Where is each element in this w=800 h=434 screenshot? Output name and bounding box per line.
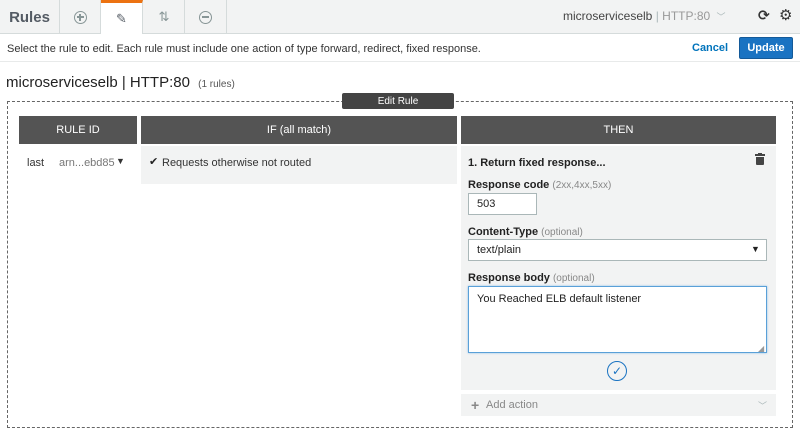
separator: | (655, 9, 659, 23)
confirm-action-icon[interactable]: ✓ (607, 361, 627, 381)
gear-icon[interactable]: ⚙ (779, 6, 792, 24)
content-type-label: Content-Type (optional) (468, 226, 583, 238)
column-header-rule-id: RULE ID (19, 116, 137, 144)
chevron-down-icon: ﹀ (716, 12, 726, 22)
refresh-icon[interactable]: ⟳ (758, 7, 770, 24)
rule-id-cell: last arn...ebd85 ▼ (19, 146, 137, 176)
content-type-select[interactable]: text/plain (468, 239, 767, 261)
resize-grip-icon[interactable]: ◢ (758, 344, 764, 353)
response-code-input[interactable]: 503 (468, 193, 537, 215)
update-button[interactable]: Update (739, 37, 793, 59)
content-type-hint: (optional) (541, 227, 583, 238)
tab-reorder-rules[interactable]: ⇅ (143, 0, 185, 34)
rule-arn[interactable]: arn...ebd85 (59, 157, 115, 169)
response-body-textarea[interactable]: You Reached ELB default listener (468, 286, 767, 353)
plus-icon: + (471, 397, 480, 413)
reorder-icon: ⇅ (158, 9, 170, 24)
remove-circle-icon (199, 10, 212, 24)
add-circle-icon (73, 10, 87, 24)
column-header-if: IF (all match) (141, 116, 457, 144)
chevron-down-icon: ﹀ (758, 401, 768, 411)
condition-cell: ✔ Requests otherwise not routed (141, 146, 457, 184)
info-message: Select the rule to edit. Each rule must … (7, 43, 481, 55)
listener-port: HTTP:80 (662, 9, 711, 23)
caret-down-icon[interactable]: ▼ (116, 156, 125, 166)
pencil-icon: ✎ (116, 11, 127, 26)
tab-delete-rules[interactable] (185, 0, 227, 34)
response-body-hint: (optional) (552, 273, 595, 284)
cancel-button[interactable]: Cancel (692, 42, 728, 54)
caret-down-icon[interactable]: ▼ (751, 244, 760, 254)
tab-rules[interactable]: Rules (0, 0, 60, 34)
tab-add-rule[interactable] (60, 0, 101, 34)
tab-edit-rules[interactable]: ✎ (101, 0, 143, 35)
response-code-label-text: Response code (468, 179, 550, 191)
response-body-label-text: Response body (468, 272, 550, 284)
condition-text: Requests otherwise not routed (162, 157, 312, 169)
action-title: 1. Return fixed response... (468, 157, 606, 169)
listener-title: microserviceselb | HTTP:80 (6, 74, 190, 91)
check-icon: ✔ (149, 156, 159, 168)
listener-selector[interactable]: microserviceselb | HTTP:80 ﹀ (563, 9, 726, 23)
response-code-label: Response code (2xx,4xx,5xx) (468, 179, 611, 191)
edit-rule-label: Edit Rule (342, 93, 454, 109)
trash-icon[interactable] (755, 153, 765, 165)
response-body-label: Response body (optional) (468, 272, 595, 284)
response-code-hint: (2xx,4xx,5xx) (552, 180, 612, 191)
info-bar: Select the rule to edit. Each rule must … (0, 34, 800, 62)
tab-bar: Rules ✎ ⇅ microserviceselb | HTTP:80 ﹀ ⟳… (0, 0, 800, 35)
add-action-label: Add action (486, 399, 538, 411)
rule-priority: last (27, 157, 45, 169)
page-title: microserviceselb | HTTP:80 (1 rules) (6, 74, 235, 91)
rule-count: (1 rules) (198, 79, 235, 90)
load-balancer-name: microserviceselb (563, 9, 653, 23)
column-header-then: THEN (461, 116, 776, 144)
add-action-button[interactable]: + Add action ﹀ (461, 394, 776, 416)
content-type-label-text: Content-Type (468, 226, 539, 238)
